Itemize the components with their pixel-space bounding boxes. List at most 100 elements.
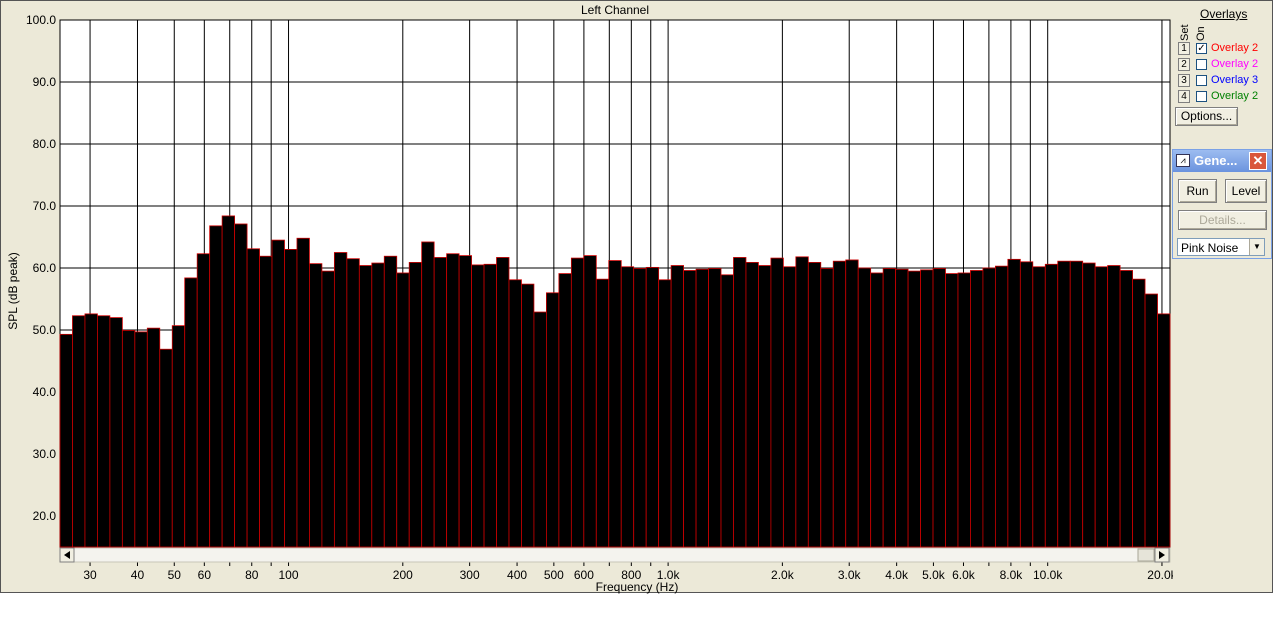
close-icon[interactable]: ✕	[1249, 152, 1267, 170]
chart-title: Left Channel	[581, 3, 649, 17]
y-axis-label: SPL (dB peak)	[6, 252, 20, 330]
y-tick-label: 70.0	[33, 199, 57, 213]
overlay-on-checkbox-2[interactable]	[1196, 59, 1207, 70]
x-tick-label: 100	[279, 568, 299, 582]
signal-type-value: Pink Noise	[1181, 241, 1239, 255]
spectrum-bar	[533, 311, 547, 548]
spectrum-bar	[832, 260, 847, 548]
spectrum-bar	[309, 263, 323, 548]
spectrum-bar	[558, 273, 572, 548]
x-tick-label: 3.0k	[838, 568, 862, 582]
spectrum-bar	[296, 237, 310, 548]
spectrum-bar	[446, 253, 460, 548]
spectrum-bar	[620, 266, 635, 548]
level-button[interactable]: Level	[1225, 179, 1267, 203]
spectrum-bar	[820, 268, 834, 548]
spectrum-bar	[807, 262, 822, 548]
spectrum-bar	[209, 225, 223, 548]
spectrum-bar	[72, 315, 86, 548]
spectrum-bar	[570, 257, 585, 548]
overlay-on-checkbox-4[interactable]	[1196, 91, 1207, 102]
spectrum-bar	[758, 265, 772, 548]
spectrum-bar	[321, 270, 335, 548]
spectrum-bar	[84, 313, 98, 548]
spectrum-bar	[59, 333, 73, 548]
chevron-down-icon[interactable]: ▼	[1249, 239, 1264, 255]
overlays-title[interactable]: Overlays	[1200, 7, 1247, 21]
spectrum-bar	[907, 270, 921, 548]
spectrum-bar	[658, 279, 672, 548]
y-tick-label: 40.0	[33, 385, 57, 399]
scroll-thumb[interactable]	[1137, 548, 1155, 562]
spectrum-bar	[458, 255, 472, 548]
spectrum-bar	[346, 258, 360, 548]
spectrum-bar	[645, 266, 660, 548]
spectrum-bar	[1082, 262, 1096, 548]
horizontal-scrollbar[interactable]	[59, 547, 1171, 563]
spectrum-bar	[994, 265, 1009, 548]
y-tick-label: 80.0	[33, 137, 57, 151]
spectrum-bar	[870, 272, 884, 548]
spectrum-bar	[383, 255, 398, 548]
y-tick-label: 30.0	[33, 447, 57, 461]
spectrum-bar	[1144, 293, 1158, 548]
spectrum-bar	[845, 259, 859, 548]
spectrum-bar	[970, 270, 984, 548]
spectrum-bar	[1107, 265, 1121, 548]
spectrum-bar	[957, 272, 971, 548]
x-tick-label: 5.0k	[922, 568, 946, 582]
options-button[interactable]: Options...	[1175, 107, 1238, 126]
run-button[interactable]: Run	[1178, 179, 1217, 203]
spectrum-bar	[508, 279, 522, 548]
spectrum-bar	[184, 277, 198, 548]
overlay-set-button-4[interactable]: 4	[1178, 90, 1190, 103]
spectrum-bar	[496, 257, 510, 548]
spectrum-bar	[159, 348, 173, 548]
x-tick-label: 8.0k	[1000, 568, 1024, 582]
y-tick-label: 60.0	[33, 261, 57, 275]
overlays-set-column-header: Set	[1179, 24, 1191, 41]
spectrum-bar	[246, 248, 260, 548]
generator-window-icon: ⩘	[1176, 154, 1190, 167]
spectrum-bar	[595, 278, 610, 548]
y-tick-label: 50.0	[33, 323, 57, 337]
spectrum-bar	[134, 331, 148, 548]
spectrum-bar	[770, 257, 784, 548]
spectrum-bar	[1007, 258, 1021, 548]
overlay-label-4: Overlay 2	[1211, 90, 1259, 102]
x-axis-label: Frequency (Hz)	[596, 580, 679, 594]
spectrum-bar	[795, 256, 809, 548]
spectrum-bar	[171, 325, 186, 548]
x-tick-label: 500	[544, 568, 564, 582]
generator-titlebar[interactable]: ⩘ Gene... ✕	[1173, 150, 1271, 172]
spectrum-bar	[358, 265, 373, 548]
spectrum-bar	[121, 330, 136, 548]
y-tick-label: 20.0	[33, 509, 57, 523]
spectrum-bar	[271, 239, 285, 548]
spectrum-bar	[483, 263, 497, 548]
spectrum-bar	[284, 248, 298, 548]
x-tick-label: 20.0k	[1147, 568, 1173, 582]
overlay-label-1: Overlay 2	[1211, 42, 1259, 54]
spectrum-bar	[1132, 278, 1146, 548]
overlay-set-button-3[interactable]: 3	[1178, 74, 1190, 87]
overlay-set-button-2[interactable]: 2	[1178, 58, 1190, 71]
x-tick-label: 2.0k	[771, 568, 795, 582]
overlay-set-button-1[interactable]: 1	[1178, 42, 1190, 55]
spectrum-bar	[433, 257, 448, 548]
spectrum-bar	[670, 265, 684, 548]
spectrum-bar	[683, 270, 697, 548]
generator-window: ⩘ Gene... ✕ Run Level Details... Pink No…	[1172, 149, 1272, 259]
generator-title: Gene...	[1194, 153, 1238, 168]
overlay-on-checkbox-3[interactable]	[1196, 75, 1207, 86]
x-tick-label: 10.0k	[1033, 568, 1063, 582]
spectrum-bar	[259, 255, 273, 548]
signal-type-select[interactable]: Pink Noise ▼	[1177, 238, 1265, 256]
spectrum-bar	[371, 262, 385, 548]
spectrum-bar	[608, 260, 622, 548]
x-tick-label: 80	[245, 568, 259, 582]
spectrum-bar	[521, 283, 535, 548]
spectrum-bar	[109, 317, 123, 548]
overlay-on-checkbox-1[interactable]: ✓	[1196, 43, 1207, 54]
y-tick-label: 100.0	[26, 13, 56, 27]
